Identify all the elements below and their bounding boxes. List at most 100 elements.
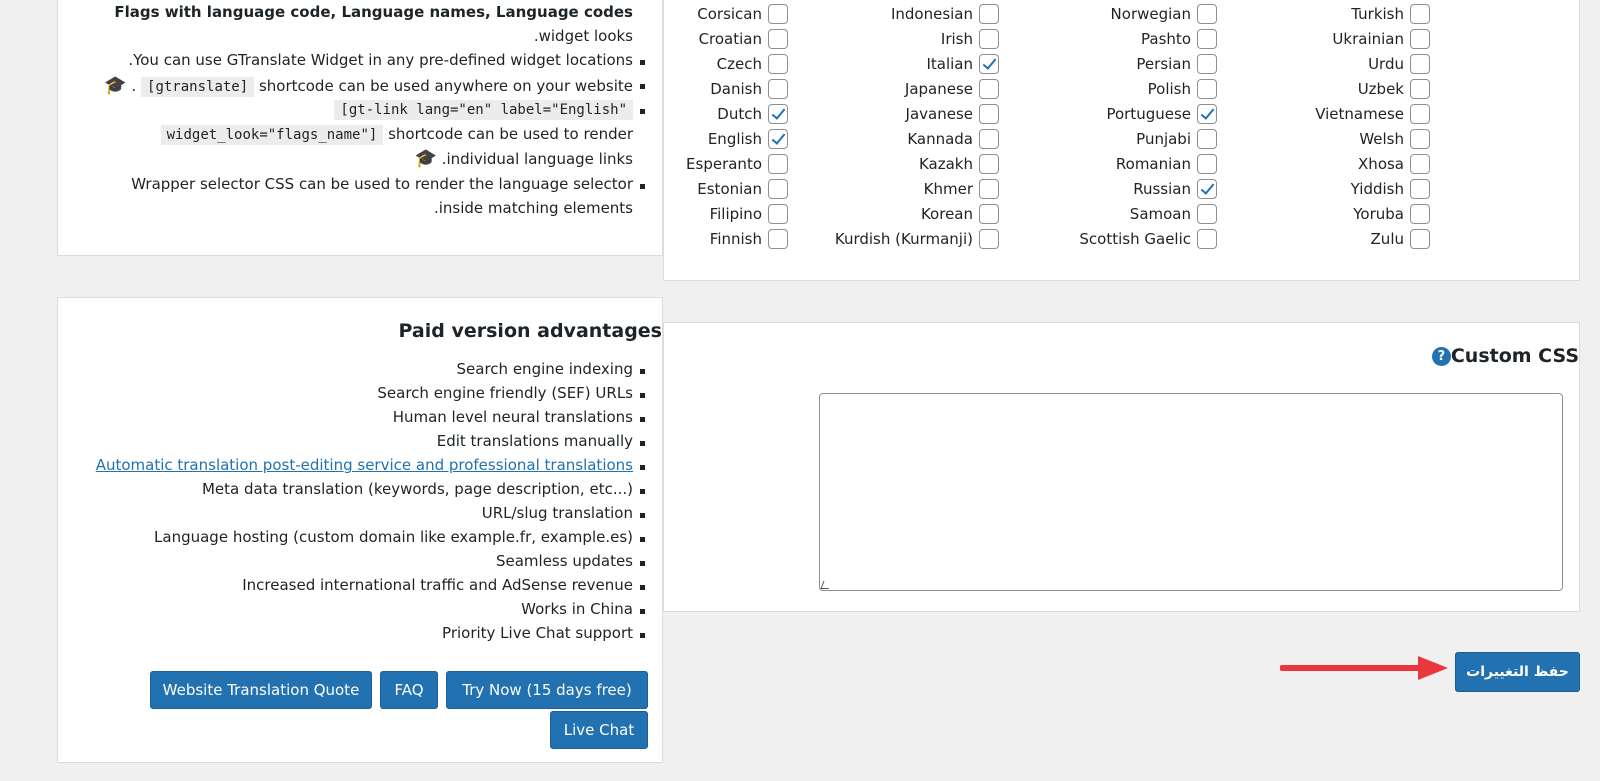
graduation-cap-icon[interactable]: 🎓	[415, 148, 437, 169]
language-checkbox[interactable]	[979, 129, 999, 149]
language-option[interactable]: Japanese	[905, 78, 999, 100]
language-option[interactable]: Korean	[921, 203, 999, 225]
language-option[interactable]: Zulu	[1371, 228, 1430, 250]
language-checkbox[interactable]	[979, 54, 999, 74]
language-checkbox[interactable]	[1410, 229, 1430, 249]
feature-item: Search engine indexing	[457, 360, 645, 378]
resize-grip-icon[interactable]	[820, 581, 832, 589]
language-checkbox[interactable]	[1410, 104, 1430, 124]
language-option[interactable]: Esperanto	[686, 153, 788, 175]
language-checkbox[interactable]	[1197, 4, 1217, 24]
language-option[interactable]: Yiddish	[1351, 178, 1430, 200]
language-option[interactable]: Italian	[926, 53, 999, 75]
language-option[interactable]: Finnish	[710, 228, 788, 250]
language-option[interactable]: Kannada	[907, 128, 999, 150]
language-option[interactable]: Romanian	[1116, 153, 1217, 175]
try-now-button[interactable]: Try Now (15 days free)	[446, 671, 648, 709]
language-option[interactable]: Russian	[1133, 178, 1217, 200]
language-checkbox[interactable]	[1410, 29, 1430, 49]
language-checkbox[interactable]	[768, 154, 788, 174]
language-option[interactable]: Corsican	[697, 3, 788, 25]
language-option[interactable]: English	[708, 128, 788, 150]
language-label: Javanese	[905, 105, 973, 123]
language-option[interactable]: Irish	[941, 28, 999, 50]
language-checkbox[interactable]	[768, 79, 788, 99]
language-option[interactable]: Danish	[710, 78, 788, 100]
language-option[interactable]: Khmer	[924, 178, 999, 200]
faq-button[interactable]: FAQ	[380, 671, 438, 709]
language-option[interactable]: Persian	[1136, 53, 1217, 75]
language-checkbox[interactable]	[768, 229, 788, 249]
language-checkbox[interactable]	[979, 154, 999, 174]
feature-item: URL/slug translation	[482, 504, 645, 522]
language-checkbox[interactable]	[1410, 54, 1430, 74]
language-checkbox[interactable]	[979, 104, 999, 124]
language-option[interactable]: Kurdish (Kurmanji)	[835, 228, 999, 250]
language-option[interactable]: Vietnamese	[1315, 103, 1430, 125]
language-option[interactable]: Norwegian	[1111, 3, 1217, 25]
language-checkbox[interactable]	[979, 79, 999, 99]
language-option[interactable]: Samoan	[1130, 203, 1217, 225]
language-label: Dutch	[717, 105, 762, 123]
language-checkbox[interactable]	[768, 104, 788, 124]
language-checkbox[interactable]	[1410, 179, 1430, 199]
language-option[interactable]: Kazakh	[919, 153, 999, 175]
language-checkbox[interactable]	[1197, 79, 1217, 99]
language-checkbox[interactable]	[1197, 54, 1217, 74]
language-checkbox[interactable]	[979, 229, 999, 249]
language-option[interactable]: Estonian	[697, 178, 788, 200]
language-option[interactable]: Urdu	[1368, 53, 1430, 75]
language-checkbox[interactable]	[1197, 129, 1217, 149]
save-changes-button[interactable]: حفظ التغييرات	[1455, 652, 1580, 692]
language-option[interactable]: Uzbek	[1358, 78, 1430, 100]
language-checkbox[interactable]	[1197, 29, 1217, 49]
feature-link[interactable]: Automatic translation post-editing servi…	[96, 456, 645, 474]
language-checkbox[interactable]	[1410, 129, 1430, 149]
language-checkbox[interactable]	[768, 179, 788, 199]
language-option[interactable]: Yoruba	[1353, 203, 1430, 225]
language-option[interactable]: Czech	[717, 53, 788, 75]
custom-css-textarea[interactable]	[819, 393, 1563, 591]
language-checkbox[interactable]	[979, 179, 999, 199]
language-label: Turkish	[1351, 5, 1404, 23]
language-option[interactable]: Croatian	[699, 28, 788, 50]
language-checkbox[interactable]	[1197, 154, 1217, 174]
language-checkbox[interactable]	[768, 204, 788, 224]
language-option[interactable]: Indonesian	[891, 3, 999, 25]
language-option[interactable]: Filipino	[710, 203, 788, 225]
gtranslate-shortcode: [gtranslate]	[141, 77, 255, 97]
language-checkbox[interactable]	[768, 54, 788, 74]
language-option[interactable]: Javanese	[906, 103, 999, 125]
language-option[interactable]: Welsh	[1359, 128, 1430, 150]
language-checkbox[interactable]	[768, 4, 788, 24]
language-checkbox[interactable]	[1197, 204, 1217, 224]
language-option[interactable]: Turkish	[1351, 3, 1430, 25]
language-checkbox[interactable]	[1410, 79, 1430, 99]
language-option[interactable]: Portuguese	[1106, 103, 1217, 125]
website-translation-quote-button[interactable]: Website Translation Quote	[150, 671, 372, 709]
graduation-cap-icon[interactable]: 🎓	[104, 75, 126, 96]
language-checkbox[interactable]	[979, 4, 999, 24]
live-chat-button[interactable]: Live Chat	[550, 711, 648, 749]
help-icon[interactable]: ?	[1431, 346, 1451, 366]
feature-text: Seamless updates	[495, 552, 633, 570]
language-label: Czech	[716, 55, 762, 73]
feature-text[interactable]: Automatic translation post-editing servi…	[96, 456, 633, 474]
language-checkbox[interactable]	[1197, 104, 1217, 124]
language-checkbox[interactable]	[1410, 4, 1430, 24]
language-checkbox[interactable]	[1410, 204, 1430, 224]
language-option[interactable]: Pashto	[1141, 28, 1217, 50]
language-option[interactable]: Ukrainian	[1332, 28, 1430, 50]
language-checkbox[interactable]	[1197, 179, 1217, 199]
language-option[interactable]: Dutch	[717, 103, 788, 125]
language-option[interactable]: Polish	[1148, 78, 1217, 100]
language-checkbox[interactable]	[979, 204, 999, 224]
language-option[interactable]: Xhosa	[1358, 153, 1430, 175]
language-checkbox[interactable]	[768, 29, 788, 49]
language-checkbox[interactable]	[768, 129, 788, 149]
language-option[interactable]: Punjabi	[1136, 128, 1217, 150]
language-checkbox[interactable]	[979, 29, 999, 49]
language-checkbox[interactable]	[1197, 229, 1217, 249]
language-option[interactable]: Scottish Gaelic	[1079, 228, 1217, 250]
language-checkbox[interactable]	[1410, 154, 1430, 174]
